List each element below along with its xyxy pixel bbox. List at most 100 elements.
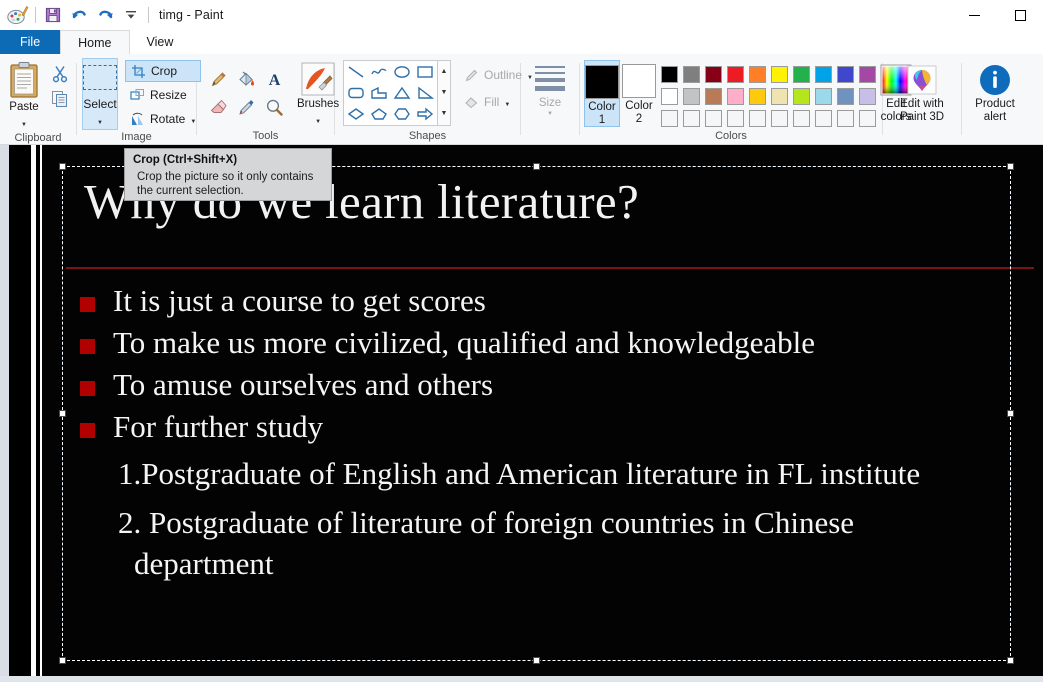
cut-icon[interactable] [48, 63, 72, 85]
numbered-item: 2. Postgraduate of literature of foreign… [118, 505, 855, 581]
palette-swatch[interactable] [812, 85, 834, 107]
canvas-area[interactable]: Why do we learn literature? It is just a… [0, 145, 1043, 682]
color-2-label: Color 2 [625, 100, 653, 125]
palette-swatch[interactable] [768, 85, 790, 107]
crop-button[interactable]: Crop [125, 60, 202, 82]
maximize-button[interactable] [997, 0, 1043, 30]
palette-swatch[interactable] [768, 63, 790, 85]
tab-file[interactable]: File [0, 30, 61, 54]
eraser-icon[interactable] [205, 94, 231, 120]
tab-view[interactable]: View [130, 30, 191, 54]
palette-swatch-empty[interactable] [680, 107, 702, 129]
palette-swatch[interactable] [680, 85, 702, 107]
paste-button[interactable]: Paste [0, 58, 48, 131]
resize-button[interactable]: Resize [125, 84, 201, 106]
palette-swatch-empty[interactable] [768, 107, 790, 129]
outline-label: Outline [484, 68, 523, 82]
triangle-shape[interactable] [391, 82, 414, 103]
slide-image[interactable]: Why do we learn literature? It is just a… [42, 145, 1043, 676]
palette-swatch-empty[interactable] [790, 107, 812, 129]
ribbon-group-product-alert: Product alert [962, 54, 1028, 145]
canvas-bottom-margin [0, 676, 1043, 682]
curve-shape[interactable] [367, 61, 390, 82]
palette-swatch[interactable] [702, 85, 724, 107]
palette-swatch-empty[interactable] [812, 107, 834, 129]
rotate-button[interactable]: Rotate [125, 108, 201, 130]
shapes-expand-icon[interactable]: ▼ [441, 110, 448, 118]
fill-dropdown-caret[interactable] [504, 95, 510, 109]
title-bar: timg - Paint [0, 0, 1043, 30]
shapes-scroll-down-icon[interactable]: ▼ [441, 89, 448, 97]
brushes-dropdown-caret[interactable] [315, 110, 321, 128]
rectangle-shape[interactable] [414, 61, 437, 82]
window-title: timg - Paint [159, 8, 224, 22]
palette-swatch[interactable] [724, 63, 746, 85]
ribbon-tab-bar: File Home View [0, 30, 1043, 54]
palette-swatch[interactable] [658, 85, 680, 107]
list-item: To amuse ourselves and others [80, 365, 1040, 405]
palette-swatch[interactable] [790, 63, 812, 85]
text-icon[interactable]: A [261, 66, 287, 92]
edit-with-paint3d-button[interactable]: Edit with Paint 3D [886, 58, 958, 123]
pentagon-shape[interactable] [367, 104, 390, 125]
redo-icon[interactable] [92, 3, 118, 27]
color-picker-icon[interactable] [233, 94, 259, 120]
paint-logo-icon[interactable] [5, 3, 31, 27]
palette-swatch-empty[interactable] [658, 107, 680, 129]
hexagon-shape[interactable] [391, 104, 414, 125]
oval-shape[interactable] [391, 61, 414, 82]
ribbon-group-paint3d: Edit with Paint 3D [883, 54, 961, 145]
image-small-buttons: Crop Resize Rotate [125, 58, 202, 130]
line-shape[interactable] [344, 61, 367, 82]
shapes-scroll-controls[interactable]: ▲ ▼ ▼ [438, 60, 451, 126]
palette-swatch-empty[interactable] [746, 107, 768, 129]
palette-swatch[interactable] [680, 63, 702, 85]
bullet-square-icon [80, 381, 95, 396]
product-alert-button[interactable]: Product alert [963, 58, 1027, 123]
size-dropdown-caret[interactable]: ▼ [547, 111, 553, 117]
right-triangle-shape[interactable] [414, 82, 437, 103]
select-dropdown-caret[interactable] [97, 111, 103, 129]
palette-swatch[interactable] [702, 63, 724, 85]
size-button[interactable]: Size ▼ [526, 58, 574, 117]
palette-swatch[interactable] [812, 63, 834, 85]
palette-swatch[interactable] [856, 85, 878, 107]
brushes-button[interactable]: Brushes [297, 58, 339, 128]
rotate-icon [132, 112, 143, 125]
color-2-button[interactable]: Color 2 [622, 60, 656, 125]
polygon-shape[interactable] [367, 82, 390, 103]
palette-swatch[interactable] [746, 63, 768, 85]
pencil-icon[interactable] [205, 66, 231, 92]
select-button[interactable]: Select [82, 58, 118, 130]
tab-home[interactable]: Home [60, 30, 130, 54]
undo-icon[interactable] [66, 3, 92, 27]
minimize-button[interactable] [951, 0, 997, 30]
size-label: Size [538, 96, 562, 109]
paste-dropdown-caret[interactable] [21, 113, 27, 131]
palette-swatch[interactable] [746, 85, 768, 107]
magnifier-icon[interactable] [261, 94, 287, 120]
diamond-shape[interactable] [344, 104, 367, 125]
palette-swatch-empty[interactable] [856, 107, 878, 129]
palette-swatch-empty[interactable] [702, 107, 724, 129]
right-arrow-shape[interactable] [414, 104, 437, 125]
palette-swatch[interactable] [834, 85, 856, 107]
customize-qat-icon[interactable] [118, 3, 144, 27]
palette-swatch-empty[interactable] [834, 107, 856, 129]
palette-swatch[interactable] [790, 85, 812, 107]
palette-swatch[interactable] [856, 63, 878, 85]
color-1-button[interactable]: Color 1 [584, 60, 620, 127]
rotate-dropdown-caret[interactable] [190, 112, 196, 126]
crop-label: Crop [151, 64, 178, 78]
palette-swatch[interactable] [724, 85, 746, 107]
shapes-scroll-up-icon[interactable]: ▲ [441, 68, 448, 76]
palette-swatch[interactable] [658, 63, 680, 85]
copy-icon[interactable] [48, 88, 72, 110]
fill-with-color-icon[interactable] [233, 66, 259, 92]
save-icon[interactable] [40, 3, 66, 27]
palette-swatch[interactable] [834, 63, 856, 85]
fill-icon [465, 96, 478, 108]
palette-swatch-empty[interactable] [724, 107, 746, 129]
color-2-swatch [622, 64, 656, 98]
rounded-rectangle-shape[interactable] [344, 82, 367, 103]
